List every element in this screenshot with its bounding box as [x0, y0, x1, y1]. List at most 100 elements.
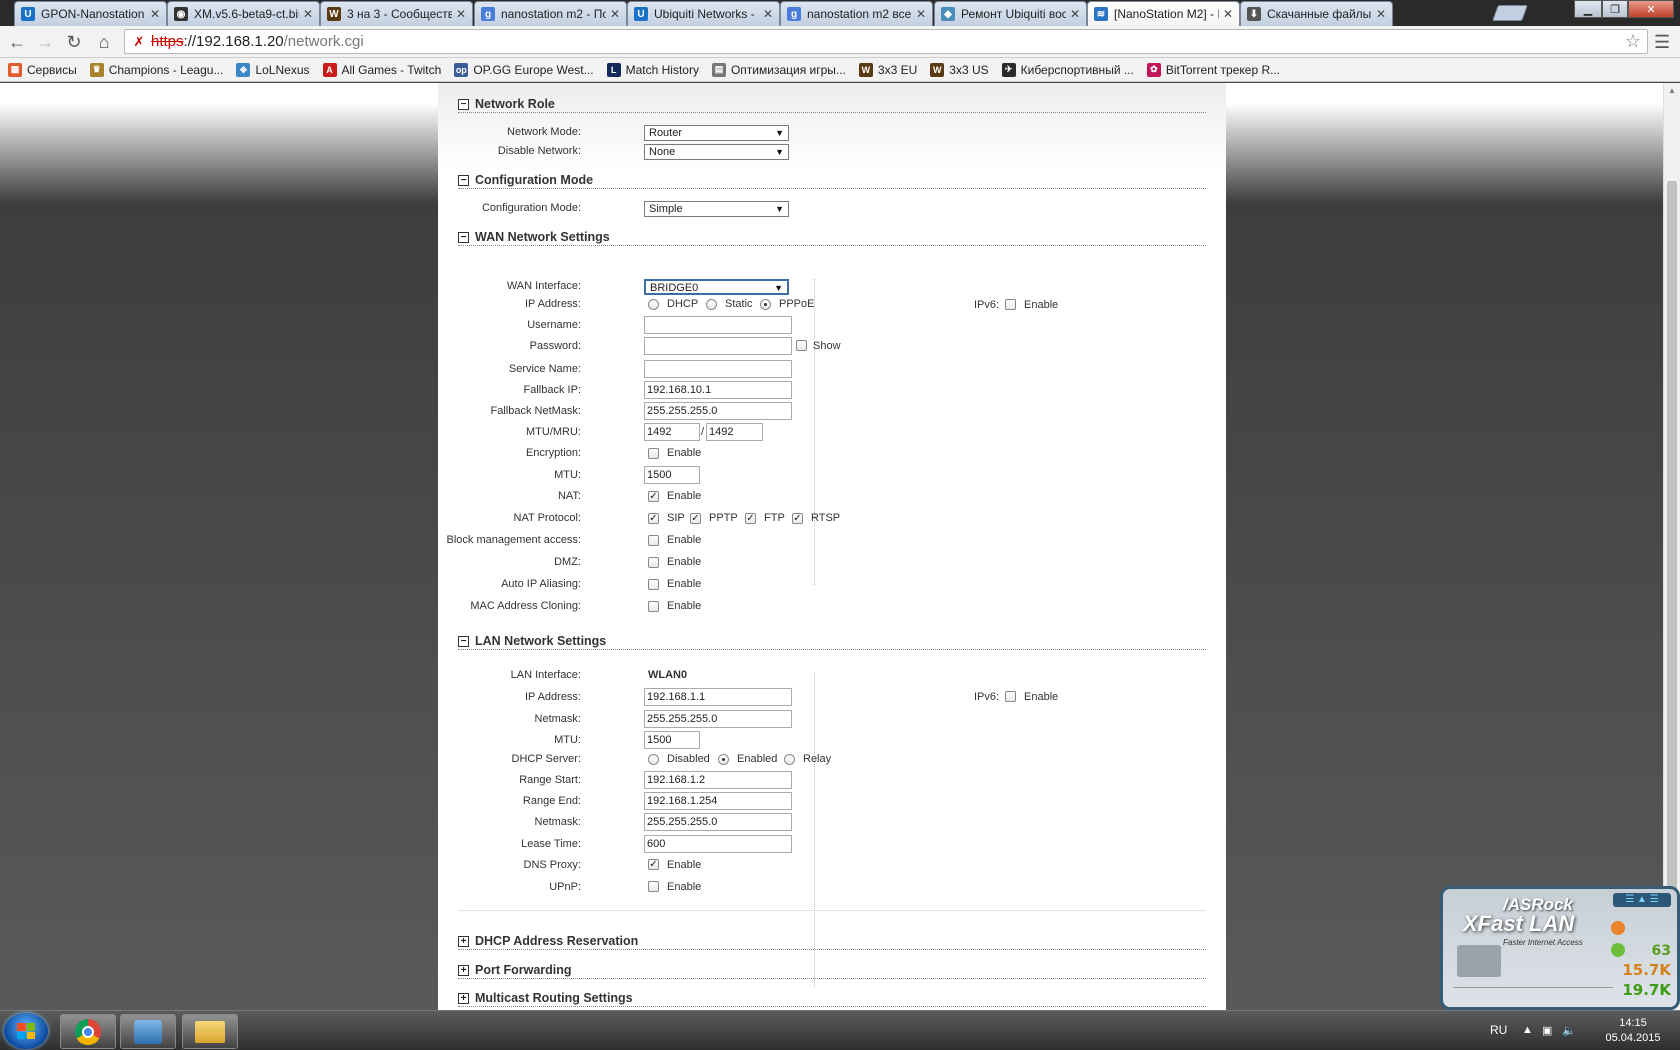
browser-tab[interactable]: ◆ Ремонт Ubiquiti вос ✕ [934, 1, 1087, 26]
browser-tab[interactable]: U Ubiquiti Networks - I ✕ [627, 1, 780, 26]
bookmark-item[interactable]: L Match History [606, 62, 699, 77]
clock[interactable]: 14:15 05.04.2015 [1598, 1016, 1668, 1046]
expand-icon[interactable]: + [458, 965, 469, 976]
forward-arrow-icon[interactable]: → [34, 31, 56, 53]
bookmark-item[interactable]: A All Games - Twitch [322, 62, 441, 77]
wan-static-radio[interactable] [706, 299, 717, 310]
volume-icon[interactable]: 🔈 [1562, 1024, 1576, 1037]
scrollbar-thumb[interactable] [1667, 181, 1677, 1001]
section-multicast-routing[interactable]: + Multicast Routing Settings [458, 991, 1206, 1007]
auto-ip-aliasing-checkbox[interactable] [648, 579, 659, 590]
range-end-field[interactable]: 192.168.1.254 [644, 792, 792, 810]
dhcp-disabled-radio[interactable] [648, 754, 659, 765]
xfast-lan-widget[interactable]: /ASRock XFast LAN Faster Internet Access… [1440, 886, 1680, 1010]
section-wan-settings[interactable]: − WAN Network Settings [458, 230, 1206, 246]
network-icon[interactable]: ▣ [1542, 1024, 1552, 1037]
language-indicator[interactable]: RU [1490, 1023, 1507, 1037]
range-start-field[interactable]: 192.168.1.2 [644, 771, 792, 789]
browser-tab[interactable]: ≋ [NanoStation M2] - I ✕ [1087, 1, 1240, 26]
fallback-ip-field[interactable]: 192.168.10.1 [644, 381, 792, 399]
collapse-icon[interactable]: − [458, 636, 469, 647]
window-close-button[interactable]: ✕ [1628, 0, 1674, 18]
nat-ftp-checkbox[interactable]: ✓ [745, 513, 756, 524]
reload-icon[interactable]: ↻ [63, 31, 85, 53]
expand-icon[interactable]: + [458, 936, 469, 947]
bookmark-item[interactable]: op OP.GG Europe West... [454, 62, 594, 77]
wan-mtu-field[interactable]: 1500 [644, 466, 700, 484]
section-configuration-mode[interactable]: − Configuration Mode [458, 173, 1206, 189]
browser-tab[interactable]: g nanostation m2 - По ✕ [474, 1, 627, 26]
bookmark-item[interactable]: ✈ Киберспортивный ... [1001, 62, 1134, 77]
wan-interface-select[interactable]: BRIDGE0 [644, 279, 789, 295]
address-bar[interactable]: ✗ https://192.168.1.20/network.cgi ☆ [124, 29, 1648, 54]
dhcp-relay-radio[interactable] [784, 754, 795, 765]
username-field[interactable] [644, 316, 792, 334]
lan-ipv6-checkbox[interactable] [1005, 691, 1016, 702]
new-tab-button[interactable] [1492, 5, 1528, 21]
browser-tab[interactable]: W 3 на 3 - Сообществ ✕ [320, 1, 473, 26]
tab-close-icon[interactable]: ✕ [763, 7, 773, 21]
mac-cloning-checkbox[interactable] [648, 601, 659, 612]
dmz-checkbox[interactable] [648, 557, 659, 568]
start-button[interactable] [4, 1013, 48, 1049]
network-mode-select[interactable]: Router [644, 125, 789, 141]
disable-network-select[interactable]: None [644, 144, 789, 160]
configuration-mode-select[interactable]: Simple [644, 201, 789, 217]
dns-proxy-checkbox[interactable]: ✓ [648, 859, 659, 870]
home-icon[interactable]: ⌂ [93, 31, 115, 53]
bookmark-item[interactable]: ♛ Champions - Leagu... [89, 62, 223, 77]
section-lan-settings[interactable]: − LAN Network Settings [458, 634, 1206, 650]
show-hidden-icons-icon[interactable]: ▲ [1522, 1024, 1533, 1036]
tab-close-icon[interactable]: ✕ [303, 7, 313, 21]
show-password-checkbox[interactable] [796, 340, 807, 351]
tab-close-icon[interactable]: ✕ [916, 7, 926, 21]
maximize-button[interactable]: ❐ [1602, 0, 1628, 18]
bookmark-item[interactable]: W 3x3 EU [858, 62, 917, 77]
taskbar-control-panel-button[interactable] [120, 1014, 176, 1049]
nat-sip-checkbox[interactable]: ✓ [648, 513, 659, 524]
bookmark-item[interactable]: ◈ LoLNexus [236, 62, 310, 77]
bookmark-item[interactable]: ▦ Сервисы [8, 62, 77, 77]
taskbar-chrome-button[interactable] [60, 1014, 116, 1049]
encryption-checkbox[interactable] [648, 448, 659, 459]
wan-pppoe-radio[interactable] [760, 299, 771, 310]
nat-pptp-checkbox[interactable]: ✓ [690, 513, 701, 524]
bookmark-item[interactable]: W 3x3 US [930, 62, 989, 77]
tab-close-icon[interactable]: ✕ [1376, 7, 1386, 21]
browser-tab[interactable]: U GPON-Nanostation I ✕ [14, 1, 167, 26]
nat-rtsp-checkbox[interactable]: ✓ [792, 513, 803, 524]
browser-tab[interactable]: g nanostation m2 все ✕ [780, 1, 933, 26]
tab-close-icon[interactable]: ✕ [1223, 7, 1233, 21]
tab-close-icon[interactable]: ✕ [610, 7, 620, 21]
section-dhcp-reservation[interactable]: + DHCP Address Reservation [458, 934, 1206, 950]
expand-icon[interactable]: + [458, 993, 469, 1004]
bookmark-star-icon[interactable]: ☆ [1625, 31, 1641, 52]
collapse-icon[interactable]: − [458, 232, 469, 243]
taskbar-explorer-button[interactable] [182, 1014, 238, 1049]
service-name-field[interactable] [644, 360, 792, 378]
collapse-icon[interactable]: − [458, 99, 469, 110]
lan-mtu-field[interactable]: 1500 [644, 731, 700, 749]
mtu-field[interactable]: 1492 [644, 423, 700, 441]
mru-field[interactable]: 1492 [706, 423, 763, 441]
tab-close-icon[interactable]: ✕ [1070, 7, 1080, 21]
browser-tab[interactable]: ⬇ Скачанные файлы ✕ [1240, 1, 1393, 26]
collapse-icon[interactable]: − [458, 175, 469, 186]
block-management-checkbox[interactable] [648, 535, 659, 546]
tab-close-icon[interactable]: ✕ [150, 7, 160, 21]
section-port-forwarding[interactable]: + Port Forwarding [458, 963, 1206, 979]
menu-icon[interactable]: ☰ [1654, 32, 1670, 53]
browser-tab[interactable]: ◉ XM.v5.6-beta9-ct.bir ✕ [167, 1, 320, 26]
lan-ip-field[interactable]: 192.168.1.1 [644, 688, 792, 706]
dhcp-netmask-field[interactable]: 255.255.255.0 [644, 813, 792, 831]
dhcp-enabled-radio[interactable] [718, 754, 729, 765]
minimize-button[interactable]: ▁ [1574, 0, 1602, 18]
wan-ipv6-checkbox[interactable] [1005, 299, 1016, 310]
tab-close-icon[interactable]: ✕ [456, 7, 466, 21]
password-field[interactable] [644, 337, 792, 355]
fallback-netmask-field[interactable]: 255.255.255.0 [644, 402, 792, 420]
bookmark-item[interactable]: ▤ Оптимизация игры... [711, 62, 846, 77]
widget-menu-icon[interactable]: ☰ ▲ ☰ [1613, 893, 1671, 907]
nat-checkbox[interactable]: ✓ [648, 491, 659, 502]
lease-time-field[interactable]: 600 [644, 835, 792, 853]
